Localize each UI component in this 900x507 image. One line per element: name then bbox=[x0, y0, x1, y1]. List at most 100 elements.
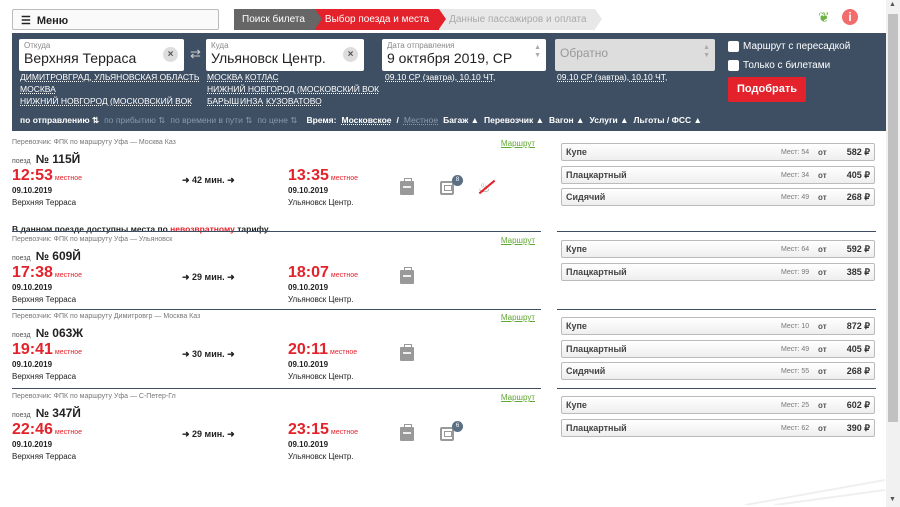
baggage-icon[interactable] bbox=[400, 178, 414, 195]
baggage-icon[interactable] bbox=[400, 267, 414, 284]
route-link[interactable]: Маршрут bbox=[501, 139, 535, 148]
departure-station: Верхняя Терраса bbox=[12, 295, 77, 304]
date-field[interactable]: Дата отправления 9 октября 2019, СР ▲ ▼ bbox=[382, 39, 546, 71]
sort-icon: ⇅ bbox=[158, 115, 166, 125]
departure-time: 17:38 bbox=[12, 264, 53, 281]
filter-carrier[interactable]: Перевозчик ▲ bbox=[484, 115, 544, 127]
departure-time: 19:41 bbox=[12, 341, 53, 358]
arrival: 20:11 местное 09.10.2019 Ульяновск Центр. bbox=[288, 341, 358, 381]
from-value[interactable]: Верхняя Терраса bbox=[24, 50, 179, 66]
sort-by-arrival[interactable]: по прибытию ⇅ bbox=[104, 115, 165, 127]
checkbox-box[interactable] bbox=[728, 60, 739, 71]
date-spinner-icon[interactable]: ▲ ▼ bbox=[534, 44, 541, 60]
info-icon[interactable]: i bbox=[842, 9, 858, 25]
scrollbar-thumb[interactable] bbox=[888, 14, 898, 422]
step-search[interactable]: Поиск билета bbox=[234, 9, 322, 30]
filter-benefits[interactable]: Льготы / ФСС ▲ bbox=[634, 115, 702, 127]
leaf-icon[interactable]: ❦ bbox=[818, 10, 832, 24]
return-date-field[interactable]: Обратно ▲ ▼ bbox=[555, 39, 715, 71]
return-date-hints[interactable]: 09.10 СР (завтра), 10.10 ЧТ, bbox=[557, 71, 667, 83]
transfer-checkbox[interactable]: Маршрут с пересадкой bbox=[728, 41, 850, 52]
arrival: 18:07 местное 09.10.2019 Ульяновск Центр. bbox=[288, 264, 358, 304]
arrival-time: 23:15 bbox=[288, 421, 329, 438]
seat-option[interactable]: Купе Мест: 64 от 592 ₽ bbox=[561, 240, 875, 258]
scroll-down-icon[interactable]: ▼ bbox=[889, 496, 896, 503]
route-link[interactable]: Маршрут bbox=[501, 393, 535, 402]
divider bbox=[557, 231, 876, 232]
divider bbox=[12, 388, 541, 389]
train-card: Перевозчик: ФПК по маршруту Димитровгр —… bbox=[12, 313, 541, 388]
carrier-info: Перевозчик: ФПК по маршруту Димитровгр —… bbox=[12, 313, 201, 320]
step-passengers: Данные пассажиров и оплата bbox=[439, 9, 603, 30]
rails-watermark bbox=[745, 479, 885, 505]
divider bbox=[557, 309, 876, 310]
travel-duration: ➜ 42 мин. ➜ bbox=[182, 175, 235, 185]
filter-baggage[interactable]: Багаж ▲ bbox=[443, 115, 479, 127]
time-zone-label: Время: bbox=[306, 115, 337, 125]
from-suggestion[interactable]: ДИМИТРОВГРАД, УЛЬЯНОВСКАЯ ОБЛАСТЬ bbox=[20, 71, 199, 83]
search-submit-button[interactable]: Подобрать bbox=[728, 77, 806, 102]
date-hints[interactable]: 09.10 СР (завтра), 10.10 ЧТ, bbox=[385, 71, 495, 83]
tariff-note: В данном поезде доступны места по невозв… bbox=[12, 224, 271, 234]
clear-to-icon[interactable]: × bbox=[343, 47, 358, 62]
departure: 19:41 местное 09.10.2019 Верхняя Терраса bbox=[12, 341, 82, 381]
divider bbox=[12, 231, 541, 232]
swap-icon[interactable]: ⇄ bbox=[190, 46, 201, 62]
seat-option[interactable]: Плацкартный Мест: 62 от 390 ₽ bbox=[561, 419, 875, 437]
departure-station: Верхняя Терраса bbox=[12, 452, 77, 461]
seat-option[interactable]: Сидячий Мест: 49 от 268 ₽ bbox=[561, 188, 875, 206]
route-link[interactable]: Маршрут bbox=[501, 236, 535, 245]
filter-car[interactable]: Вагон ▲ bbox=[549, 115, 584, 127]
from-field[interactable]: Откуда Верхняя Терраса × bbox=[19, 39, 184, 71]
checkbox-box[interactable] bbox=[728, 41, 739, 52]
scroll-up-icon[interactable]: ▲ bbox=[889, 1, 896, 8]
seat-option[interactable]: Купе Мест: 25 от 602 ₽ bbox=[561, 396, 875, 414]
time-moscow-option[interactable]: Московское bbox=[341, 115, 391, 127]
seat-option[interactable]: Плацкартный Мест: 99 от 385 ₽ bbox=[561, 263, 875, 281]
to-suggestion[interactable]: МОСКВА bbox=[207, 71, 243, 83]
sort-by-departure[interactable]: по отправлению ⇅ bbox=[20, 115, 99, 127]
departure-date: 09.10.2019 bbox=[12, 283, 53, 292]
seat-option[interactable]: Сидячий Мест: 55 от 268 ₽ bbox=[561, 362, 875, 380]
train-card: Перевозчик: ФПК по маршруту Уфа — Ульяно… bbox=[12, 236, 541, 306]
to-suggestion[interactable]: КУЗОВАТОВО bbox=[266, 95, 322, 107]
baggage-icon[interactable] bbox=[400, 344, 414, 361]
route-link[interactable]: Маршрут bbox=[501, 313, 535, 322]
departure-station: Верхняя Терраса bbox=[12, 198, 77, 207]
arrival-station: Ульяновск Центр. bbox=[288, 372, 354, 381]
to-suggestion[interactable]: КОТЛАС bbox=[245, 71, 279, 83]
seat-option[interactable]: Плацкартный Мест: 49 от 405 ₽ bbox=[561, 340, 875, 358]
baggage-icon[interactable] bbox=[400, 424, 414, 441]
arrival-date: 09.10.2019 bbox=[288, 360, 329, 369]
wagon-icon[interactable]: 8 bbox=[440, 175, 463, 195]
filter-services[interactable]: Услуги ▲ bbox=[589, 115, 628, 127]
sort-by-price[interactable]: по цене ⇅ bbox=[257, 115, 297, 127]
clear-from-icon[interactable]: × bbox=[163, 47, 178, 62]
sort-icon: ⇅ bbox=[290, 115, 298, 125]
time-slash: / bbox=[396, 115, 399, 125]
seat-option[interactable]: Купе Мест: 10 от 872 ₽ bbox=[561, 317, 875, 335]
date-value[interactable]: 9 октября 2019, СР bbox=[387, 50, 541, 66]
from-suggestion[interactable]: НИЖНИЙ НОВГОРОД (МОСКОВСКИЙ ВОК bbox=[20, 95, 192, 107]
to-field[interactable]: Куда Ульяновск Центр. × bbox=[206, 39, 364, 71]
time-local-option[interactable]: Местное bbox=[404, 115, 438, 127]
seat-option[interactable]: Плацкартный Мест: 34 от 405 ₽ bbox=[561, 166, 875, 184]
train-number: поезд № 063Ж bbox=[12, 326, 84, 340]
no-meal-icon[interactable]: ♨ bbox=[478, 179, 496, 195]
arrival: 13:35 местное 09.10.2019 Ульяновск Центр. bbox=[288, 167, 358, 207]
wagon-icon[interactable]: 6 bbox=[440, 421, 463, 441]
hamburger-icon: ☰ bbox=[21, 15, 31, 27]
to-value[interactable]: Ульяновск Центр. bbox=[211, 50, 359, 66]
to-suggestion[interactable]: БАРЫШ bbox=[207, 95, 239, 107]
departure: 22:46 местное 09.10.2019 Верхняя Терраса bbox=[12, 421, 82, 461]
from-suggestion[interactable]: МОСКВА bbox=[20, 83, 56, 95]
sort-icon: ⇅ bbox=[245, 115, 253, 125]
to-suggestion[interactable]: НИЖНИЙ НОВГОРОД (МОСКОВСКИЙ ВОК bbox=[207, 83, 379, 95]
return-spinner-icon[interactable]: ▲ ▼ bbox=[703, 44, 710, 60]
sort-by-duration[interactable]: по времени в пути ⇅ bbox=[170, 115, 252, 127]
wagon-count-badge: 8 bbox=[452, 175, 463, 186]
tickets-only-checkbox[interactable]: Только с билетами bbox=[728, 60, 830, 71]
seat-option[interactable]: Купе Мест: 54 от 582 ₽ bbox=[561, 143, 875, 161]
menu-button[interactable]: ☰ Меню bbox=[12, 9, 219, 30]
to-suggestion[interactable]: ИНЗА bbox=[240, 95, 263, 107]
